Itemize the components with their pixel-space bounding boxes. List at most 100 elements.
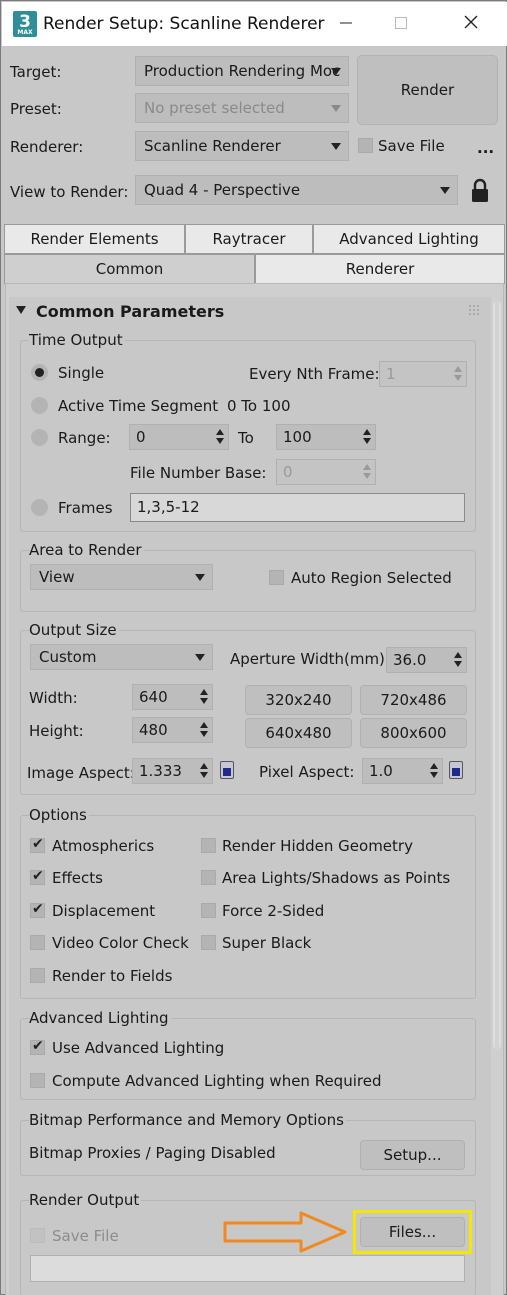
frames-input[interactable]: 1,3,5-12 [130, 493, 465, 522]
width-spinner[interactable]: 640 [132, 684, 213, 710]
save-file-label: Save File [378, 137, 445, 155]
render-setup-window: 3 MAX Render Setup: Scanline Renderer Tar… [0, 0, 507, 1295]
time-output-title: Time Output [29, 331, 125, 349]
view-to-render-dropdown[interactable]: Quad 4 - Perspective [135, 175, 458, 205]
single-label: Single [58, 364, 105, 382]
area-to-render-dropdown[interactable]: View [30, 564, 213, 590]
range-radio[interactable] [31, 429, 48, 446]
super-black-checkbox[interactable] [201, 935, 216, 950]
use-advanced-lighting-checkbox[interactable] [30, 1038, 45, 1055]
preset-720x486-button[interactable]: 720x486 [360, 685, 467, 715]
renderer-label: Renderer: [10, 138, 84, 156]
bitmap-setup-button[interactable]: Setup... [360, 1140, 465, 1170]
frames-radio[interactable] [31, 499, 48, 516]
height-value: 480 [139, 721, 168, 739]
spinner-arrows-icon [200, 763, 208, 779]
tab-common[interactable]: Common [4, 254, 255, 284]
spinner-arrows-icon [216, 429, 224, 445]
single-radio[interactable] [31, 364, 48, 381]
every-nth-spinner[interactable]: 1 [379, 361, 467, 387]
file-number-base-label: File Number Base: [130, 464, 267, 482]
render-output-save-file-checkbox[interactable] [30, 1228, 45, 1243]
effects-label: Effects [52, 869, 103, 887]
displacement-checkbox[interactable] [30, 901, 45, 918]
displacement-label: Displacement [52, 902, 156, 920]
aperture-width-spinner[interactable]: 36.0 [386, 647, 467, 673]
force-2-sided-checkbox[interactable] [201, 903, 216, 918]
tab-raytracer[interactable]: Raytracer [185, 224, 313, 254]
image-aspect-value: 1.333 [139, 762, 182, 780]
atmospherics-checkbox[interactable] [30, 836, 45, 853]
tab-advanced-lighting[interactable]: Advanced Lighting [313, 224, 505, 254]
every-nth-label: Every Nth Frame: [249, 365, 380, 383]
range-end-spinner[interactable]: 100 [276, 424, 376, 450]
height-spinner[interactable]: 480 [132, 717, 213, 743]
view-to-render-label: View to Render: [10, 183, 129, 201]
tab-renderer[interactable]: Renderer [255, 254, 505, 284]
spinner-arrows-icon [363, 464, 371, 480]
renderer-dropdown[interactable]: Scanline Renderer [135, 131, 349, 161]
close-button[interactable] [448, 2, 494, 46]
range-end-value: 100 [283, 428, 312, 446]
video-color-check-checkbox[interactable] [30, 935, 45, 950]
panel-scrollbar[interactable] [493, 301, 501, 1049]
more-options-button[interactable]: ... [477, 139, 494, 157]
pixel-aspect-spinner[interactable]: 1.0 [362, 758, 443, 784]
lock-icon[interactable] [469, 178, 491, 204]
render-hidden-geometry-checkbox[interactable] [201, 838, 216, 853]
video-color-check-label: Video Color Check [52, 934, 189, 952]
maximize-button[interactable] [378, 2, 424, 46]
force-2-sided-label: Force 2-Sided [222, 902, 325, 920]
active-time-segment-range: 0 To 100 [227, 397, 291, 415]
render-button[interactable]: Render [357, 55, 498, 125]
image-aspect-spinner[interactable]: 1.333 [132, 758, 213, 784]
minimize-button[interactable] [323, 2, 369, 46]
save-file-checkbox[interactable] [358, 138, 373, 153]
frames-label: Frames [58, 499, 113, 517]
super-black-label: Super Black [222, 934, 312, 952]
preset-800x600-button[interactable]: 800x600 [360, 718, 467, 748]
chevron-down-icon [331, 68, 341, 75]
window-title: Render Setup: Scanline Renderer [43, 14, 325, 34]
tab-render-elements[interactable]: Render Elements [4, 224, 185, 254]
aperture-width-value: 36.0 [393, 651, 427, 669]
chevron-down-icon [195, 654, 205, 661]
image-aspect-lock-icon[interactable] [220, 761, 234, 779]
active-time-segment-radio[interactable] [31, 397, 48, 414]
spinner-arrows-icon [454, 366, 462, 382]
render-hidden-geometry-label: Render Hidden Geometry [222, 837, 413, 855]
target-dropdown[interactable]: Production Rendering Moc [135, 56, 349, 86]
spinner-arrows-icon [200, 722, 208, 738]
triangle-down-icon [16, 306, 26, 314]
spinner-arrows-icon [363, 429, 371, 445]
width-value: 640 [139, 688, 168, 706]
bitmap-proxies-status: Bitmap Proxies / Paging Disabled [29, 1144, 276, 1162]
range-start-spinner[interactable]: 0 [129, 424, 229, 450]
output-size-title: Output Size [29, 621, 119, 639]
active-time-segment-label: Active Time Segment [58, 397, 219, 415]
file-number-base-spinner[interactable]: 0 [276, 459, 376, 485]
render-to-fields-checkbox[interactable] [30, 968, 45, 983]
preset-dropdown[interactable]: No preset selected [135, 93, 349, 123]
spinner-arrows-icon [200, 689, 208, 705]
target-label: Target: [10, 63, 62, 81]
preset-320x240-button[interactable]: 320x240 [245, 685, 352, 715]
arrow-right-icon [223, 1211, 347, 1253]
highlight-box [353, 1210, 472, 1254]
output-size-preset-value: Custom [39, 648, 97, 666]
render-output-title: Render Output [29, 1191, 142, 1209]
pixel-aspect-value: 1.0 [369, 762, 393, 780]
compute-advanced-lighting-checkbox[interactable] [30, 1073, 45, 1088]
pixel-aspect-lock-icon[interactable] [449, 761, 463, 779]
area-lights-shadows-checkbox[interactable] [201, 870, 216, 885]
app-icon: 3 MAX [13, 11, 37, 37]
spinner-arrows-icon [454, 652, 462, 668]
render-output-path-field[interactable] [30, 1255, 465, 1282]
effects-checkbox[interactable] [30, 868, 45, 885]
use-advanced-lighting-label: Use Advanced Lighting [52, 1039, 225, 1057]
preset-640x480-button[interactable]: 640x480 [245, 718, 352, 748]
auto-region-checkbox[interactable] [269, 570, 284, 585]
pixel-aspect-label: Pixel Aspect: [259, 763, 355, 781]
area-to-render-title: Area to Render [29, 541, 144, 559]
output-size-preset-dropdown[interactable]: Custom [30, 644, 213, 670]
